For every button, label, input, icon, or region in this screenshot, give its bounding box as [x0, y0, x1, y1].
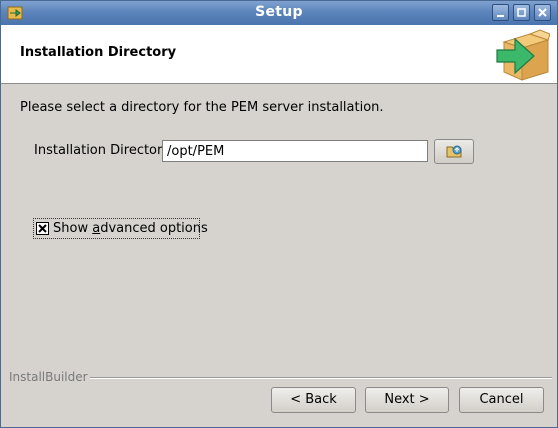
minimize-icon — [497, 15, 504, 17]
close-button[interactable] — [534, 4, 551, 21]
window-title: Setup — [255, 4, 303, 20]
folder-browse-icon — [446, 145, 462, 158]
advanced-options-label: Show advanced options — [53, 221, 208, 236]
checkbox-box[interactable] — [36, 222, 49, 235]
close-icon — [538, 8, 547, 17]
show-advanced-options-checkbox[interactable]: Show advanced options — [33, 218, 208, 239]
check-mark-icon — [38, 224, 47, 233]
footer-divider — [90, 377, 552, 379]
page-title: Installation Directory — [20, 45, 177, 60]
next-button[interactable]: Next > — [365, 387, 449, 413]
browse-button[interactable] — [434, 139, 474, 164]
wizard-header: Installation Directory — [1, 25, 557, 84]
maximize-button[interactable] — [513, 4, 530, 21]
back-button[interactable]: < Back — [271, 387, 356, 413]
title-bar[interactable]: Setup — [1, 1, 557, 25]
installbuilder-brand: InstallBuilder — [9, 370, 88, 384]
minimize-button[interactable] — [492, 4, 509, 21]
directory-input[interactable] — [162, 140, 428, 162]
box-arrow-icon — [496, 29, 550, 81]
setup-window: Setup Installation Directory Please sele… — [0, 0, 558, 428]
instruction-text: Please select a directory for the PEM se… — [20, 100, 384, 115]
cancel-button[interactable]: Cancel — [459, 387, 544, 413]
directory-label: Installation Directory — [34, 143, 171, 158]
maximize-icon — [517, 8, 526, 17]
